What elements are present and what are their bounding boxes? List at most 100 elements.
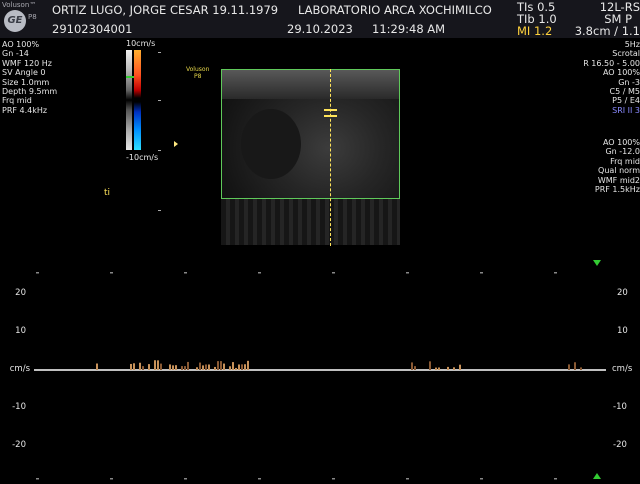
flow-signal-mark (238, 364, 240, 370)
flow-signal-mark (438, 367, 440, 370)
flow-signal-mark (154, 360, 156, 370)
velocity-tick-right: -10 (613, 402, 627, 412)
flow-signal-mark (175, 365, 177, 370)
flow-signal-mark (235, 367, 237, 370)
exam-date: 29.10.2023 (287, 22, 353, 36)
time-marker (480, 478, 483, 480)
scroll-marker-bottom-icon (593, 473, 601, 479)
time-marker (332, 478, 335, 480)
flow-signal-mark (411, 362, 413, 370)
param-line: AO 100% (2, 40, 40, 49)
flow-signal-mark (142, 366, 144, 370)
patient-id: 29102304001 (52, 22, 133, 36)
param-line: AO 100% (602, 138, 640, 147)
flow-signal-mark (157, 360, 159, 370)
scale-dash (158, 210, 161, 211)
doppler-cursor-line[interactable] (330, 69, 331, 246)
flow-signal-mark (202, 365, 204, 370)
param-line: AO 100% (602, 68, 640, 78)
left-params: AO 100% Gn -14 WMF 120 Hz SV Angle 0 Siz… (2, 40, 57, 115)
param-line: WMF 120 Hz (2, 58, 52, 68)
time-marker (332, 272, 335, 274)
flow-signal-mark (208, 364, 210, 370)
gray-map-bar (126, 50, 132, 150)
time-marker (258, 272, 261, 274)
flow-signal-mark (181, 366, 183, 370)
exam-time: 11:29:48 AM (372, 22, 446, 36)
color-bar-min-label: -10cm/s (126, 153, 159, 162)
param-line: C5 / M5 (609, 87, 640, 97)
flow-signal-mark (184, 366, 186, 370)
param-line: 5Hz (624, 40, 640, 49)
param-line: Depth 9.5mm (2, 87, 58, 97)
flow-signal-mark (574, 362, 576, 370)
time-marker (406, 272, 409, 274)
flow-signal-mark (133, 363, 135, 370)
param-line: Scrotal (612, 49, 640, 59)
flow-signal-mark (244, 364, 246, 370)
time-marker (110, 478, 113, 480)
param-line: SV Angle 0 (2, 68, 46, 78)
param-line: WMF mid2 (597, 175, 640, 185)
flow-signal-mark (220, 361, 222, 370)
flow-signal-mark (196, 367, 198, 370)
time-marker (36, 478, 39, 480)
mi-index: MI 1.2 (517, 24, 553, 38)
time-marker (184, 272, 187, 274)
velocity-tick-right: 10 (617, 326, 628, 336)
sample-gate-bottom[interactable] (324, 115, 337, 117)
param-line: Gn -3 (618, 77, 640, 87)
sample-gate-top[interactable] (324, 109, 337, 111)
patient-name: ORTIZ LUGO, JORGE CESAR 19.11.1979 (52, 3, 279, 17)
flow-signal-mark (241, 364, 243, 370)
flow-signal-mark (205, 364, 207, 370)
flow-signal-mark (199, 362, 201, 370)
spectral-doppler-graph (34, 272, 606, 480)
velocity-unit-label: cm/s (9, 364, 30, 374)
time-marker (110, 272, 113, 274)
velocity-tick-left: -20 (12, 440, 26, 450)
flow-signal-mark (187, 361, 189, 370)
param-line: R 16.50 - 5.00 (583, 58, 640, 68)
flow-signal-mark (414, 366, 416, 370)
param-line: P5 / E4 (612, 96, 640, 106)
time-marker (406, 478, 409, 480)
scroll-marker-top-icon (593, 260, 601, 266)
param-line: Frq mid (610, 156, 640, 166)
right-params-bottom: AO 100% Gn -12.0 Frq mid Qual norm WMF m… (595, 138, 640, 194)
flow-signal-mark (568, 364, 570, 370)
flow-signal-mark (139, 362, 141, 370)
time-marker (554, 272, 557, 274)
color-roi-box[interactable] (221, 69, 400, 199)
time-marker (554, 478, 557, 480)
param-line: Frq mid (2, 96, 32, 106)
spectral-doppler-panel (0, 258, 640, 480)
scale-dash (158, 52, 161, 53)
brand-name: Voluson™ (2, 1, 37, 9)
flow-signal-mark (247, 360, 249, 370)
flow-signal-group (96, 360, 582, 370)
param-line: Gn -12.0 (605, 147, 640, 157)
flow-signal-mark (429, 361, 431, 370)
param-line: PRF 4.4kHz (2, 105, 48, 115)
param-line: Qual norm (598, 166, 640, 176)
reverberation-area (221, 199, 400, 245)
param-line: Size 1.0mm (2, 77, 50, 87)
flow-signal-mark (172, 365, 174, 370)
flow-signal-mark (130, 363, 132, 370)
color-bar-max-label: 10cm/s (126, 39, 156, 48)
color-velocity-bar (134, 50, 141, 150)
velocity-tick-left: 20 (15, 288, 26, 298)
flow-signal-mark (435, 367, 437, 370)
image-brand: Voluson P8 (186, 66, 210, 80)
param-line: Gn -14 (2, 49, 29, 59)
flow-signal-mark (232, 362, 234, 370)
scale-dash (158, 150, 161, 151)
velocity-tick-left: 10 (15, 326, 26, 336)
time-marker (184, 478, 187, 480)
flow-signal-mark (229, 366, 231, 370)
flow-signal-mark (214, 366, 216, 370)
flow-signal-mark (148, 364, 150, 370)
velocity-tick-right: 20 (617, 288, 628, 298)
focus-marker-icon (174, 141, 178, 147)
